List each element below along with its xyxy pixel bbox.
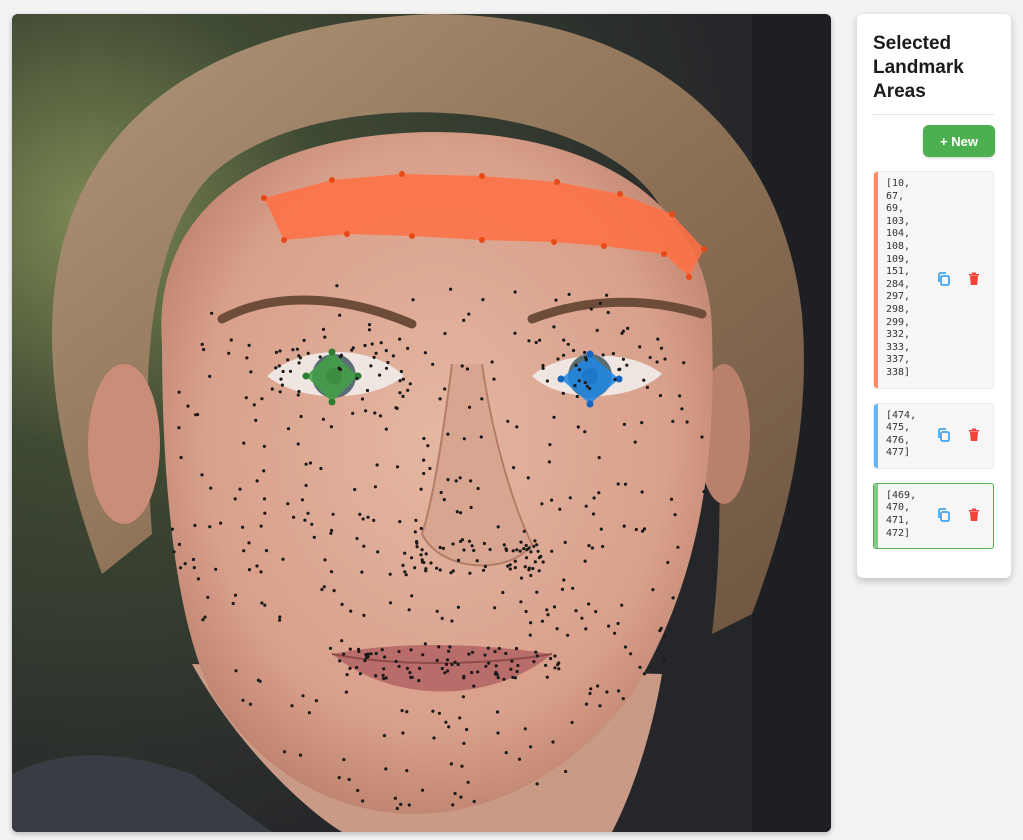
area-card-blue-iris[interactable]: [474, 475, 476, 477] [873,402,994,469]
delete-icon[interactable] [966,507,982,523]
selected-landmark-areas-panel: Selected Landmark Areas + New [10, 67, 6… [857,14,1011,578]
copy-icon[interactable] [936,507,952,523]
area-landmark-ids: [469, 470, 471, 472] [886,489,917,539]
area-card-green-iris[interactable]: [469, 470, 471, 472] [873,482,994,550]
delete-icon[interactable] [966,271,982,287]
face-image-canvas[interactable] [12,14,831,832]
area-color-bar [874,172,878,388]
area-color-bar [874,403,878,468]
copy-icon[interactable] [936,427,952,443]
delete-icon[interactable] [966,427,982,443]
new-area-button[interactable]: + New [923,125,995,157]
area-landmark-ids: [474, 475, 476, 477] [886,409,917,459]
copy-icon[interactable] [936,271,952,287]
area-color-bar [874,483,878,549]
area-landmark-ids: [10, 67, 69, 103, 104, 108, 109, 151, 28… [886,178,911,378]
area-card-forehead[interactable]: [10, 67, 69, 103, 104, 108, 109, 151, 28… [873,171,994,389]
panel-title: Selected Landmark Areas [873,32,994,115]
